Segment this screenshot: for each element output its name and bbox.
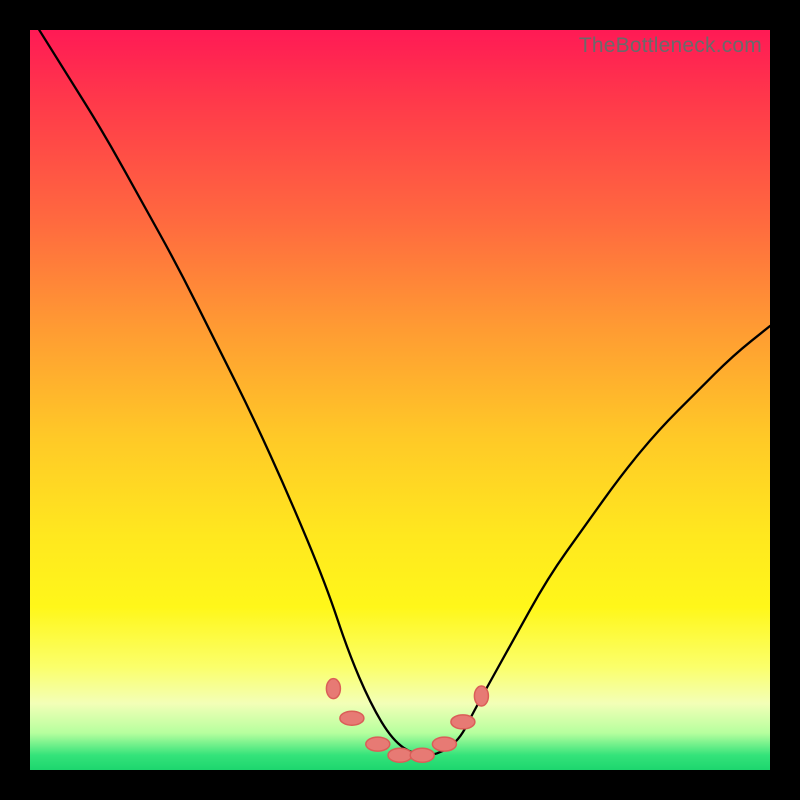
valley-marker [451,715,475,729]
plot-area: TheBottleneck.com [30,30,770,770]
valley-marker [432,737,456,751]
valley-marker [474,686,488,706]
valley-marker [410,748,434,762]
valley-marker [340,711,364,725]
bottleneck-curve-path [30,15,770,755]
valley-marker [366,737,390,751]
chart-frame: TheBottleneck.com [0,0,800,800]
curve-svg [30,30,770,770]
valley-marker [388,748,412,762]
valley-marker [326,679,340,699]
valley-markers-group [326,679,488,763]
